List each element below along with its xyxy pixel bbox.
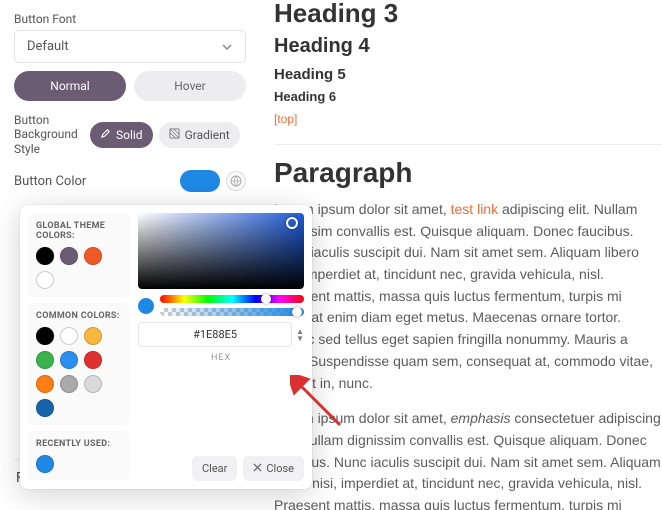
common-swatch-0[interactable]: [36, 327, 54, 345]
close-label: Close: [266, 462, 294, 475]
heading-5: Heading 5: [274, 66, 662, 83]
common-swatch-9[interactable]: [36, 399, 54, 417]
recent-colors-card: RECENTLY USED:: [28, 431, 130, 481]
p1-text-b: adipiscing elit. Nullam dignissim conval…: [274, 201, 653, 391]
hue-slider[interactable]: [160, 295, 304, 303]
tab-hover[interactable]: Hover: [134, 71, 246, 101]
paragraph-heading: Paragraph: [274, 157, 662, 189]
bg-gradient-label: Gradient: [185, 128, 230, 142]
common-swatch-7[interactable]: [60, 375, 78, 393]
heading-3: Heading 3: [274, 0, 662, 29]
button-font-value: Default: [27, 39, 69, 54]
global-colors-title: GLOBAL THEME COLORS:: [36, 221, 122, 241]
format-cycle[interactable]: ▲▼: [296, 328, 304, 342]
heading-4: Heading 4: [274, 35, 662, 58]
top-link[interactable]: [top]: [274, 112, 662, 126]
common-colors-title: COMMON COLORS:: [36, 311, 122, 321]
global-swatch-1[interactable]: [60, 247, 78, 265]
chevron-down-icon: [221, 41, 233, 53]
bg-style-label: Button Background Style: [14, 113, 90, 156]
color-picker-popover: GLOBAL THEME COLORS: COMMON COLORS: RECE…: [20, 205, 312, 489]
common-swatch-1[interactable]: [60, 327, 78, 345]
emphasis-text: emphasis: [451, 410, 511, 426]
divider: [274, 144, 662, 145]
gradient-icon: [169, 128, 180, 142]
paragraph-1: Lorem ipsum dolor sit amet, test link ad…: [274, 199, 662, 394]
hex-input[interactable]: [138, 322, 292, 347]
common-colors-card: COMMON COLORS:: [28, 303, 130, 425]
global-swatch-3[interactable]: [36, 271, 54, 289]
common-swatch-4[interactable]: [60, 351, 78, 369]
global-swatch-2[interactable]: [84, 247, 102, 265]
close-icon: [253, 462, 262, 475]
preview-pane: Heading 3 Heading 4 Heading 5 Heading 6 …: [260, 0, 662, 510]
button-font-label: Button Font: [14, 12, 246, 26]
hex-label: HEX: [138, 353, 304, 363]
test-link[interactable]: test link: [451, 201, 498, 217]
recent-swatch-0[interactable]: [36, 455, 54, 473]
common-swatch-8[interactable]: [84, 375, 102, 393]
saturation-field[interactable]: [138, 213, 304, 289]
global-colors-card: GLOBAL THEME COLORS:: [28, 213, 130, 297]
button-font-select[interactable]: Default: [14, 30, 246, 63]
globe-icon[interactable]: [226, 171, 246, 191]
tab-normal[interactable]: Normal: [14, 71, 126, 101]
global-swatch-0[interactable]: [36, 247, 54, 265]
pencil-icon: [100, 128, 111, 142]
alpha-slider[interactable]: [160, 308, 304, 316]
heading-6: Heading 6: [274, 89, 662, 104]
recent-colors-title: RECENTLY USED:: [36, 439, 122, 449]
clear-button[interactable]: Clear: [192, 456, 237, 481]
current-color-preview: [138, 298, 154, 314]
close-button[interactable]: Close: [243, 456, 304, 481]
button-color-swatch[interactable]: [180, 170, 220, 192]
bg-style-solid[interactable]: Solid: [90, 122, 153, 148]
paragraph-2: Lorem ipsum dolor sit amet, emphasis con…: [274, 408, 662, 510]
common-swatch-6[interactable]: [36, 375, 54, 393]
saturation-handle[interactable]: [286, 217, 298, 229]
button-color-label: Button Color: [14, 174, 86, 189]
common-swatch-2[interactable]: [84, 327, 102, 345]
bg-style-gradient[interactable]: Gradient: [159, 122, 240, 148]
button-state-tabs: Normal Hover: [14, 71, 246, 101]
bg-solid-label: Solid: [116, 128, 143, 142]
common-swatch-5[interactable]: [84, 351, 102, 369]
common-swatch-3[interactable]: [36, 351, 54, 369]
